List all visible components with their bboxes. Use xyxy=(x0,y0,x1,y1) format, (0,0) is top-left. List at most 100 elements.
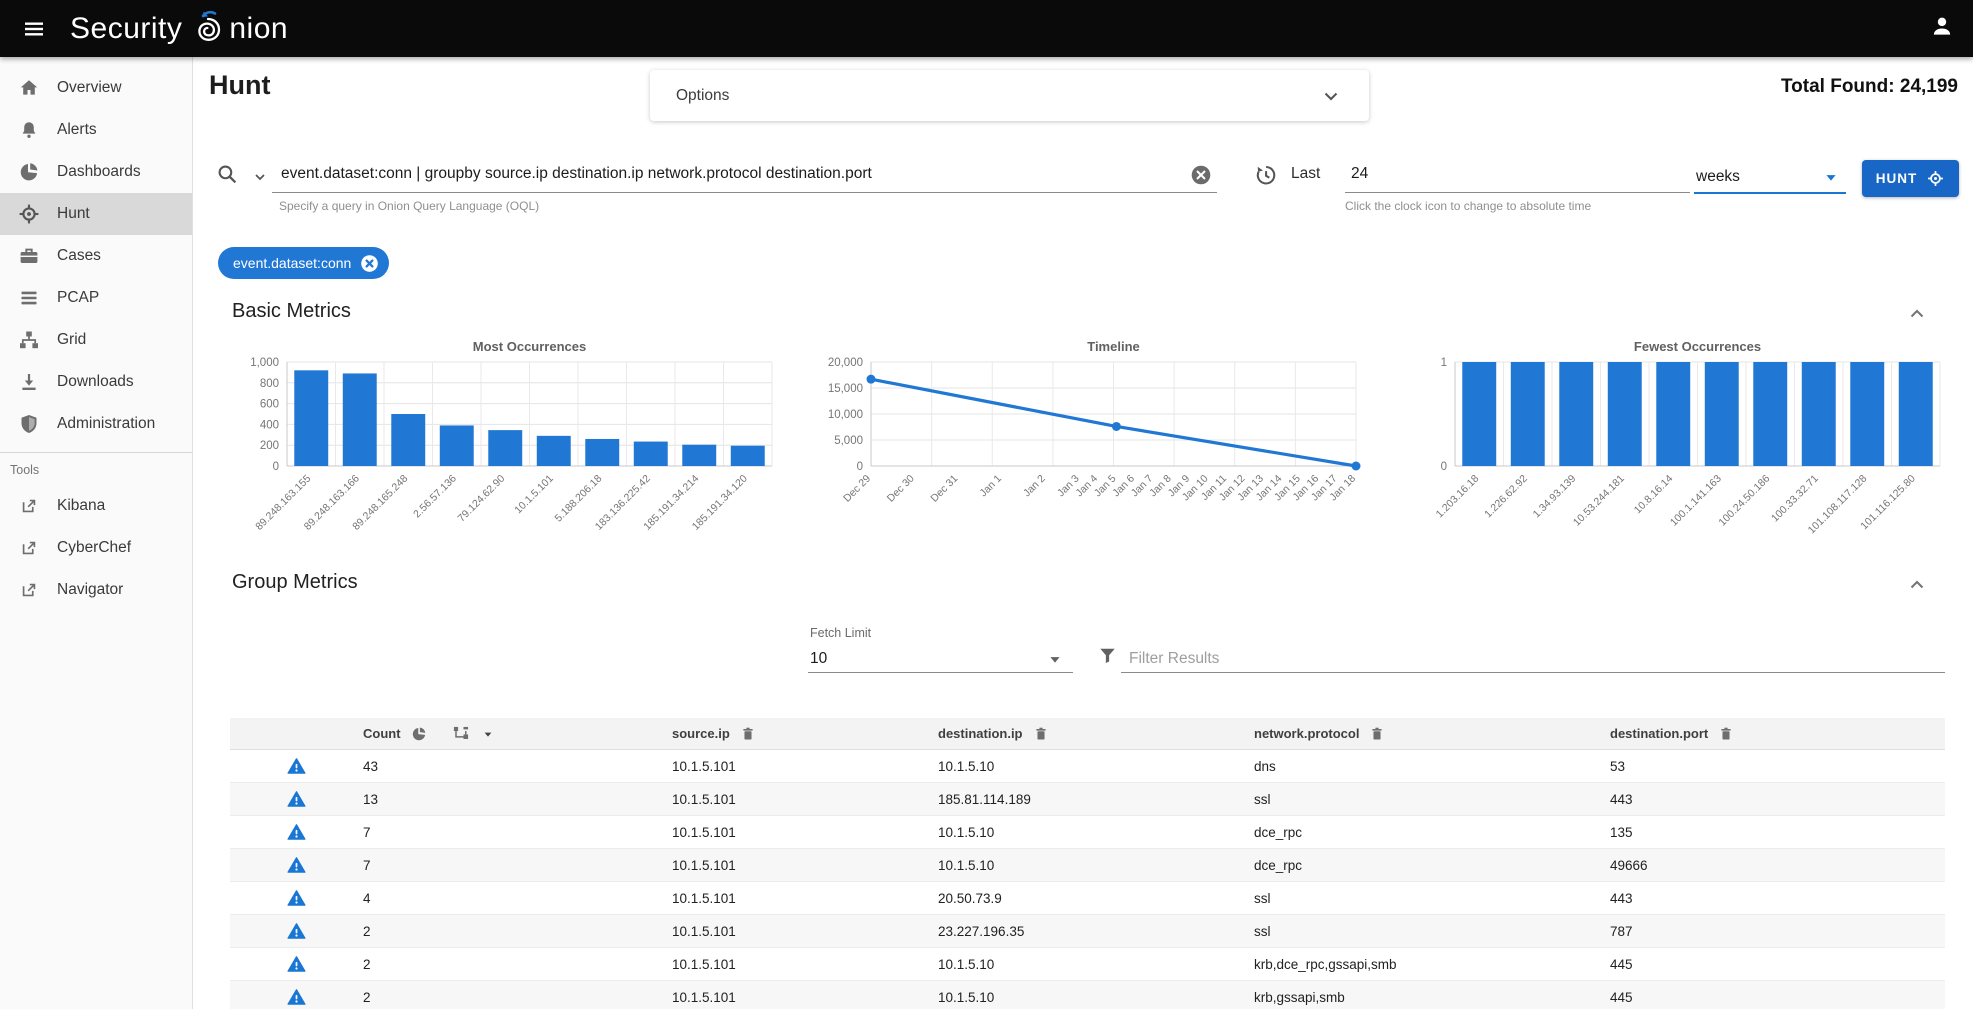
chip-close-icon[interactable] xyxy=(359,253,380,274)
page-title: Hunt xyxy=(209,70,270,101)
table-cell[interactable]: 787 xyxy=(1610,924,1945,939)
table-cell[interactable]: 10.1.5.101 xyxy=(672,759,938,774)
search-icon[interactable] xyxy=(215,162,240,187)
table-cell[interactable]: 10.1.5.10 xyxy=(938,957,1254,972)
sidebar-item-hunt[interactable]: Hunt xyxy=(0,193,192,235)
sidebar-item-grid[interactable]: Grid xyxy=(0,319,192,361)
time-units-select[interactable]: weeks xyxy=(1694,162,1846,192)
onion-spiral-icon xyxy=(188,7,228,51)
table-cell[interactable]: 49666 xyxy=(1610,858,1945,873)
groupby-options-icon[interactable] xyxy=(451,724,471,744)
column-header-network-protocol[interactable]: network.protocol xyxy=(1254,726,1359,741)
table-cell[interactable]: 10.1.5.101 xyxy=(672,990,938,1005)
table-cell[interactable]: 185.81.114.189 xyxy=(938,792,1254,807)
column-header-source-ip[interactable]: source.ip xyxy=(672,726,730,741)
table-cell[interactable]: 7 xyxy=(363,825,672,840)
options-expander[interactable]: Options xyxy=(650,70,1369,121)
table-cell[interactable]: 443 xyxy=(1610,792,1945,807)
table-cell[interactable]: 7 xyxy=(363,858,672,873)
table-cell[interactable]: dce_rpc xyxy=(1254,858,1610,873)
query-history-caret-icon[interactable] xyxy=(252,169,268,185)
hamburger-menu-icon[interactable] xyxy=(16,11,52,47)
sidebar-item-downloads[interactable]: Downloads xyxy=(0,361,192,403)
table-cell[interactable]: 445 xyxy=(1610,990,1945,1005)
svg-text:Jan 1: Jan 1 xyxy=(977,473,1004,500)
table-cell[interactable]: 2 xyxy=(363,990,672,1005)
trash-icon[interactable] xyxy=(1368,725,1386,743)
table-cell[interactable]: 2 xyxy=(363,957,672,972)
column-header-count[interactable]: Count xyxy=(363,726,401,741)
table-cell[interactable]: 53 xyxy=(1610,759,1945,774)
table-cell[interactable]: 23.227.196.35 xyxy=(938,924,1254,939)
table-cell[interactable]: 10.1.5.101 xyxy=(672,924,938,939)
sidebar-item-overview[interactable]: Overview xyxy=(0,67,192,109)
table-cell[interactable]: ssl xyxy=(1254,792,1610,807)
filter-chip[interactable]: event.dataset:conn xyxy=(218,247,389,279)
row-actions-warning-icon[interactable] xyxy=(286,954,307,975)
table-cell[interactable]: ssl xyxy=(1254,891,1610,906)
hunt-button[interactable]: HUNT xyxy=(1862,160,1959,197)
table-cell[interactable]: 10.1.5.10 xyxy=(938,825,1254,840)
table-cell[interactable]: 10.1.5.101 xyxy=(672,825,938,840)
table-cell[interactable]: 20.50.73.9 xyxy=(938,891,1254,906)
sidebar-item-pcap[interactable]: PCAP xyxy=(0,277,192,319)
sidebar-item-cyberchef[interactable]: CyberChef xyxy=(0,527,192,569)
table-cell[interactable]: 2 xyxy=(363,924,672,939)
clock-history-icon[interactable] xyxy=(1252,162,1278,188)
row-actions-warning-icon[interactable] xyxy=(286,855,307,876)
table-cell[interactable]: 10.1.5.101 xyxy=(672,957,938,972)
table-cell[interactable]: dns xyxy=(1254,759,1610,774)
column-header-destination-port[interactable]: destination.port xyxy=(1610,726,1708,741)
row-actions-warning-icon[interactable] xyxy=(286,888,307,909)
table-cell[interactable]: 10.1.5.10 xyxy=(938,858,1254,873)
sidebar-item-administration[interactable]: Administration xyxy=(0,403,192,445)
row-actions-warning-icon[interactable] xyxy=(286,822,307,843)
table-cell[interactable]: 13 xyxy=(363,792,672,807)
table-cell[interactable]: 10.1.5.101 xyxy=(672,792,938,807)
table-cell[interactable]: 10.1.5.10 xyxy=(938,759,1254,774)
options-label: Options xyxy=(676,87,729,105)
table-cell[interactable]: 43 xyxy=(363,759,672,774)
table-cell[interactable]: 445 xyxy=(1610,957,1945,972)
table-cell[interactable]: 10.1.5.101 xyxy=(672,858,938,873)
row-actions-warning-icon[interactable] xyxy=(286,921,307,942)
pie-chart-toggle-icon[interactable] xyxy=(410,725,428,743)
trash-icon[interactable] xyxy=(739,725,757,743)
table-cell[interactable]: 135 xyxy=(1610,825,1945,840)
row-actions-warning-icon[interactable] xyxy=(286,987,307,1008)
clear-query-icon[interactable] xyxy=(1189,163,1213,187)
list-icon xyxy=(17,286,41,310)
filter-results-input[interactable] xyxy=(1127,644,1941,674)
time-duration-input[interactable] xyxy=(1349,158,1673,190)
column-header-destination-ip[interactable]: destination.ip xyxy=(938,726,1023,741)
sidebar-item-navigator[interactable]: Navigator xyxy=(0,569,192,611)
sidebar-item-cases[interactable]: Cases xyxy=(0,235,192,277)
total-found-label: Total Found: xyxy=(1781,76,1895,97)
download-icon xyxy=(17,370,41,394)
trash-icon[interactable] xyxy=(1032,725,1050,743)
table-cell[interactable]: krb,dce_rpc,gssapi,smb xyxy=(1254,957,1610,972)
fetch-limit-select[interactable]: 10 xyxy=(810,646,1072,672)
collapse-group-metrics-icon[interactable] xyxy=(1905,573,1929,597)
table-cell[interactable]: ssl xyxy=(1254,924,1610,939)
sidebar-item-dashboards[interactable]: Dashboards xyxy=(0,151,192,193)
row-actions-warning-icon[interactable] xyxy=(286,756,307,777)
query-input[interactable] xyxy=(279,158,1183,190)
user-avatar[interactable] xyxy=(1929,13,1955,44)
svg-text:10.1.5.101: 10.1.5.101 xyxy=(512,473,556,517)
table-cell[interactable]: dce_rpc xyxy=(1254,825,1610,840)
groupby-caret-icon[interactable] xyxy=(480,726,496,742)
table-cell[interactable]: 10.1.5.10 xyxy=(938,990,1254,1005)
row-actions-warning-icon[interactable] xyxy=(286,789,307,810)
sidebar-item-kibana[interactable]: Kibana xyxy=(0,485,192,527)
sidebar-item-alerts[interactable]: Alerts xyxy=(0,109,192,151)
svg-text:79.124.62.90: 79.124.62.90 xyxy=(456,473,508,525)
collapse-basic-metrics-icon[interactable] xyxy=(1905,302,1929,326)
table-cell[interactable]: 10.1.5.101 xyxy=(672,891,938,906)
table-cell[interactable]: 443 xyxy=(1610,891,1945,906)
table-cell[interactable]: 4 xyxy=(363,891,672,906)
trash-icon[interactable] xyxy=(1717,725,1735,743)
table-cell[interactable]: krb,gssapi,smb xyxy=(1254,990,1610,1005)
most-occurrences-chart: 02004006008001,000Most Occurrences89.248… xyxy=(222,336,782,551)
svg-text:1.34.93.139: 1.34.93.139 xyxy=(1531,473,1579,521)
